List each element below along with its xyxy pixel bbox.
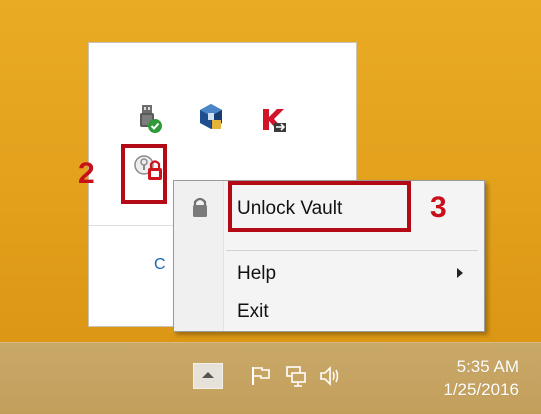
step-2-number: 2 (78, 157, 95, 190)
help-label: Help (237, 263, 277, 284)
taskbar-clock[interactable]: 5:35 AM 1/25/2016 (419, 355, 519, 401)
clock-date: 1/25/2016 (443, 380, 519, 399)
taskbar: 5:35 AM 1/25/2016 (0, 342, 541, 414)
network-icon[interactable] (284, 364, 308, 393)
menu-item-exit[interactable]: Exit (175, 294, 483, 328)
kaspersky-icon[interactable] (257, 103, 289, 135)
submenu-arrow-icon (457, 268, 463, 278)
volume-icon[interactable] (318, 365, 344, 392)
step-3-number: 3 (430, 191, 447, 224)
step-2-highlight (121, 144, 167, 204)
show-hidden-icons-button[interactable] (193, 363, 223, 389)
customize-link[interactable]: C (154, 255, 166, 275)
exit-label: Exit (237, 301, 269, 322)
virtualbox-icon[interactable] (195, 101, 227, 133)
lock-icon (190, 196, 210, 223)
step-3-highlight (228, 181, 411, 232)
safely-remove-hardware-icon[interactable] (133, 103, 165, 135)
menu-item-help[interactable]: Help (175, 256, 483, 290)
show-hidden-icons-icon (202, 372, 214, 378)
menu-separator (226, 250, 478, 251)
action-center-flag-icon[interactable] (250, 365, 272, 392)
clock-time: 5:35 AM (456, 357, 519, 376)
